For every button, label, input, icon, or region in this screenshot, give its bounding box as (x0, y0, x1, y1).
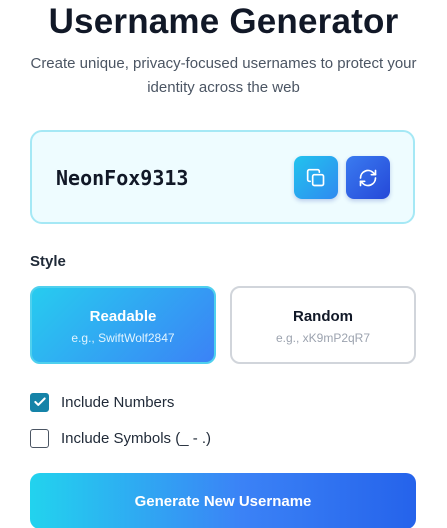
copy-icon (306, 168, 325, 186)
style-option-random[interactable]: Random e.g., xK9mP2qR7 (230, 286, 416, 364)
include-symbols-label: Include Symbols (_ - .) (61, 429, 212, 447)
username-generator-page: Username Generator Create unique, privac… (0, 0, 447, 528)
style-option-name: Readable (89, 308, 157, 325)
include-symbols-option[interactable]: Include Symbols (_ - .) (30, 428, 211, 448)
generate-new-username-button[interactable]: Generate New Username (30, 473, 416, 528)
style-option-readable[interactable]: Readable e.g., SwiftWolf2847 (30, 286, 216, 364)
include-numbers-label: Include Numbers (61, 393, 175, 411)
generated-username: NeonFox9313 (56, 166, 189, 190)
include-numbers-option[interactable]: Include Numbers (30, 392, 174, 412)
style-option-example: e.g., SwiftWolf2847 (71, 331, 175, 345)
username-result-card: NeonFox9313 (30, 130, 415, 224)
style-option-name: Random (293, 308, 353, 325)
style-option-example: e.g., xK9mP2qR7 (275, 331, 371, 345)
refresh-icon (359, 169, 377, 186)
regenerate-button[interactable] (346, 156, 390, 199)
copy-button[interactable] (294, 156, 338, 199)
include-symbols-checkbox[interactable] (30, 428, 49, 448)
checkmark-icon (33, 397, 46, 406)
page-title: Username Generator (48, 2, 399, 41)
style-section-label: Style (30, 253, 66, 270)
include-numbers-checkbox[interactable] (30, 392, 49, 412)
page-subtitle: Create unique, privacy-focused usernames… (30, 55, 417, 96)
